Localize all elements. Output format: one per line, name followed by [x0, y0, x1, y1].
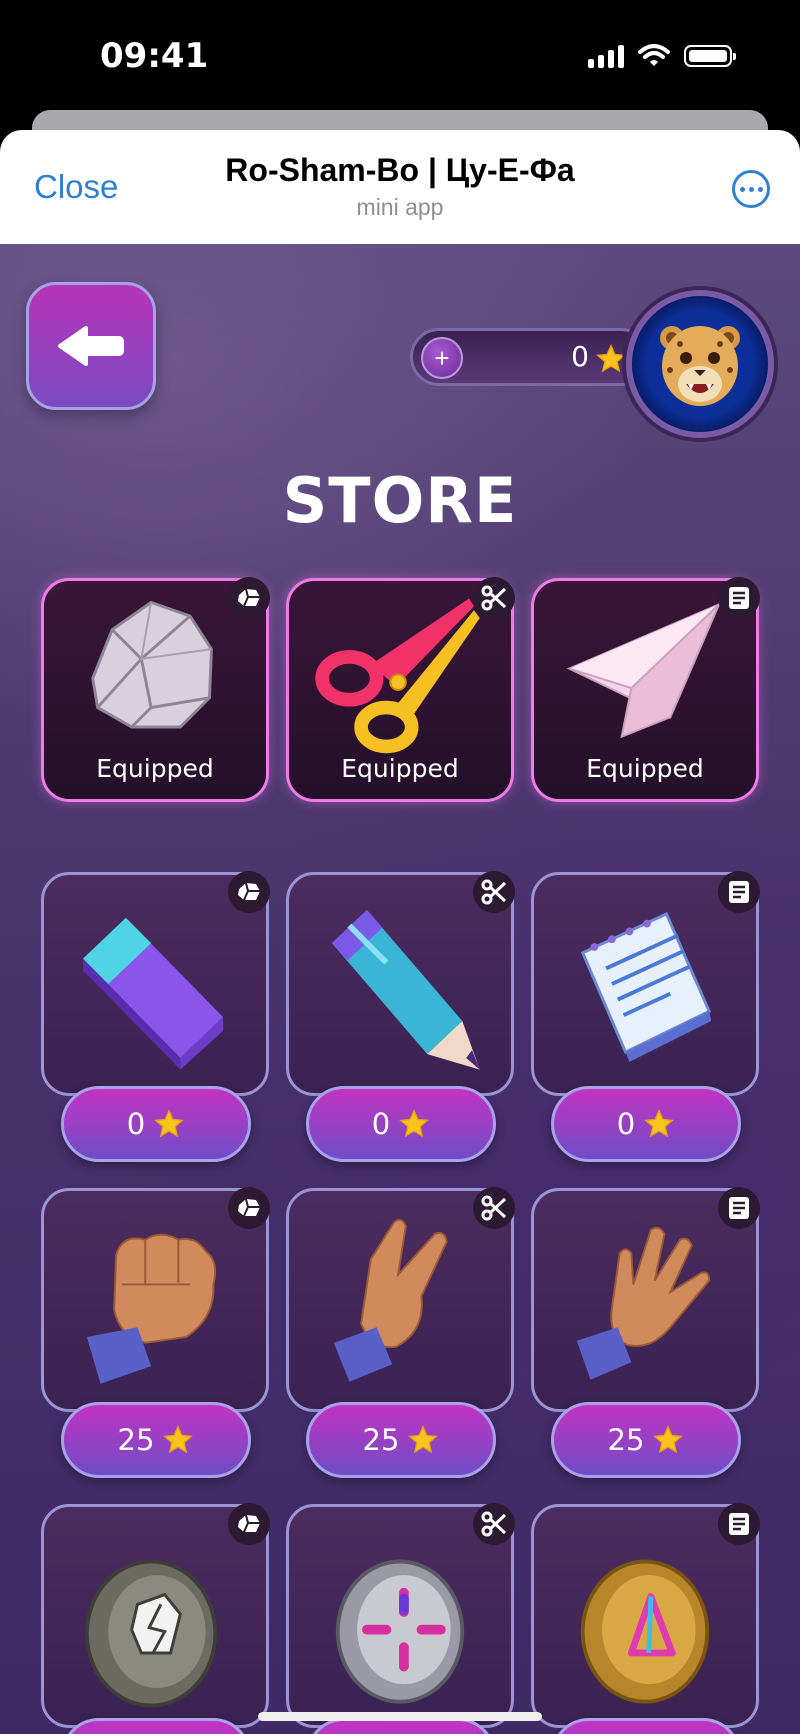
star-icon: [399, 1109, 430, 1138]
buy-button[interactable]: 0: [306, 1086, 496, 1162]
more-options-icon[interactable]: [732, 170, 770, 208]
buy-button[interactable]: 0: [61, 1086, 251, 1162]
paper-category-icon: [718, 871, 760, 913]
rock-category-icon: [228, 871, 270, 913]
price-value: 25: [362, 1423, 400, 1457]
eraser-icon: [82, 917, 224, 1070]
price-value: 0: [126, 1107, 146, 1141]
shop-item-card[interactable]: [41, 871, 270, 1096]
scissors-category-icon: [473, 871, 515, 913]
buy-button[interactable]: 25: [306, 1402, 496, 1478]
cellular-signal-icon: [588, 44, 624, 68]
price-value: 25: [117, 1423, 155, 1457]
paper-category-icon: [718, 1187, 760, 1229]
wifi-icon: [638, 44, 670, 66]
status-bar: 09:41: [0, 0, 800, 118]
scissors-category-icon: [473, 1503, 515, 1545]
star-icon: [408, 1425, 439, 1454]
star-icon: [154, 1109, 185, 1138]
price-value: 25: [607, 1423, 645, 1457]
arrow-left-icon: [58, 326, 124, 366]
app-body: + 0 STORE Equipped Equipped Equipped 0 0…: [0, 244, 800, 1734]
buy-button[interactable]: 25: [551, 1402, 741, 1478]
paper-category-icon: [718, 577, 760, 619]
price-value: 0: [616, 1107, 636, 1141]
star-icon: [653, 1425, 684, 1454]
battery-icon: [684, 45, 736, 67]
equipped-paper-card[interactable]: Equipped: [531, 577, 760, 802]
scissors-category-icon: [473, 577, 515, 619]
peace-hand-icon: [333, 1218, 448, 1382]
shop-item-card[interactable]: [286, 1187, 515, 1412]
rock-coin-icon: [84, 1559, 218, 1708]
scissors-category-icon: [473, 1187, 515, 1229]
mini-app-title: Ro-Sham-Bo | Цу-Е-Фа: [225, 152, 575, 188]
equipped-label: Equipped: [341, 754, 459, 783]
back-button[interactable]: [26, 282, 156, 410]
buy-button[interactable]: [551, 1718, 741, 1734]
shop-item-card[interactable]: [531, 1187, 760, 1412]
shop-item-card[interactable]: [531, 1503, 760, 1728]
status-time: 09:41: [100, 36, 209, 76]
rock-category-icon: [228, 1187, 270, 1229]
equipped-label: Equipped: [96, 754, 214, 783]
equipped-label: Equipped: [586, 754, 704, 783]
balance-value: 0: [571, 340, 589, 373]
shop-item-card[interactable]: [531, 871, 760, 1096]
buy-button[interactable]: [61, 1718, 251, 1734]
rock-category-icon: [228, 577, 270, 619]
star-balance: + 0: [410, 328, 650, 386]
fist-icon: [86, 1233, 217, 1384]
shop-item-card[interactable]: [286, 1503, 515, 1728]
rock-category-icon: [228, 1503, 270, 1545]
mini-app-header: Close Ro-Sham-Bo | Цу-Е-Фа mini app: [0, 130, 800, 244]
shop-item-card[interactable]: [41, 1187, 270, 1412]
avatar[interactable]: [626, 290, 774, 438]
status-icons: [588, 44, 736, 68]
page-title: STORE: [282, 464, 518, 537]
add-stars-button[interactable]: +: [421, 337, 463, 379]
leopard-avatar-icon: [660, 326, 740, 406]
star-icon: [644, 1109, 675, 1138]
mini-app-subtitle: mini app: [356, 194, 444, 220]
equipped-scissors-card[interactable]: Equipped: [286, 577, 515, 802]
shop-item-card[interactable]: [41, 1503, 270, 1728]
open-hand-icon: [576, 1226, 711, 1380]
price-value: 0: [371, 1107, 391, 1141]
pencil-icon: [331, 910, 480, 1070]
shop-item-card[interactable]: [286, 871, 515, 1096]
buy-button[interactable]: 25: [61, 1402, 251, 1478]
buy-button[interactable]: 0: [551, 1086, 741, 1162]
equipped-rock-card[interactable]: Equipped: [41, 577, 270, 802]
gold-coin-icon: [580, 1559, 710, 1704]
paper-category-icon: [718, 1503, 760, 1545]
star-icon: [596, 344, 626, 373]
silver-coin-icon: [335, 1559, 465, 1704]
notepad-icon: [580, 911, 712, 1062]
star-icon: [163, 1425, 194, 1454]
home-indicator: [258, 1712, 542, 1721]
